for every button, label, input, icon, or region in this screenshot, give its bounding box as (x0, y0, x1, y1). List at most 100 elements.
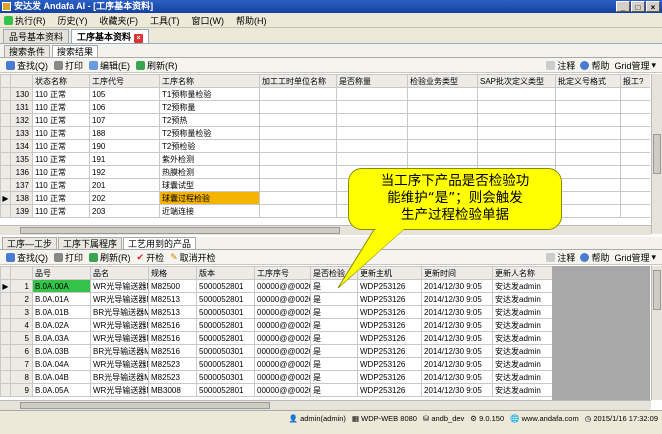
table-cell[interactable] (555, 87, 621, 101)
table-cell[interactable] (336, 113, 408, 127)
table-cell[interactable]: T2预热 (159, 113, 260, 127)
table-cell[interactable]: B.0A.00A (32, 279, 91, 293)
tab-process-steps[interactable]: 工序—工步 (2, 237, 58, 249)
table-cell[interactable]: 球囊过程检验 (159, 191, 260, 205)
table-cell[interactable]: 紫外检测 (159, 152, 260, 166)
menu-history[interactable]: 历史(Y) (58, 14, 88, 27)
table-cell[interactable]: 2014/12/30 9:05 (421, 305, 493, 319)
row-indicator[interactable] (0, 305, 11, 319)
row-indicator[interactable] (0, 178, 11, 192)
row-indicator[interactable]: ▶ (0, 191, 11, 205)
table-cell[interactable]: WDP253126 (357, 383, 422, 397)
row-indicator[interactable] (0, 113, 11, 127)
table-cell[interactable]: 是 (310, 344, 358, 358)
menu-help[interactable]: 帮助(H) (236, 14, 267, 27)
help-button[interactable]: 帮助 (580, 59, 609, 72)
table-cell[interactable]: 球囊试型 (159, 178, 260, 192)
table-cell[interactable]: 110 正常 (32, 126, 90, 140)
row-number[interactable]: 2 (10, 292, 33, 306)
table-cell[interactable]: 2014/12/30 9:05 (421, 357, 493, 371)
table-cell[interactable]: 106 (89, 100, 160, 114)
table-row[interactable]: 7B.0A.04AWR光导输送器M82523M82523500005280100… (0, 357, 552, 371)
table-cell[interactable]: 5000052801 (196, 357, 255, 371)
table-cell[interactable]: WR光导输送器M82516 (90, 318, 149, 332)
table-row[interactable]: 134 110 正常 190 T2预检验 (0, 139, 650, 153)
table-cell[interactable] (407, 126, 478, 140)
row-indicator[interactable] (0, 344, 11, 358)
top-vertical-scrollbar[interactable] (651, 74, 662, 234)
col-header[interactable]: 状态名称 (32, 74, 90, 88)
table-cell[interactable] (407, 113, 478, 127)
table-cell[interactable]: B.0A.03B (32, 344, 91, 358)
table-cell[interactable]: 192 (89, 165, 160, 179)
table-cell[interactable]: 137 (10, 178, 33, 192)
col-header[interactable]: 品名 (90, 266, 149, 280)
table-cell[interactable] (620, 178, 650, 192)
bottom-vertical-scrollbar[interactable] (651, 266, 662, 400)
table-cell[interactable]: 110 正常 (32, 178, 90, 192)
table-cell[interactable]: M82523 (148, 357, 197, 371)
table-cell[interactable]: WDP253126 (357, 318, 422, 332)
table-cell[interactable]: 2014/12/30 9:05 (421, 331, 493, 345)
col-header[interactable]: 检验业务类型 (407, 74, 478, 88)
table-cell[interactable]: 是 (310, 370, 358, 384)
table-row[interactable]: 130 110 正常 105 T1预称量检验 (0, 87, 650, 101)
table-cell[interactable]: WDP253126 (357, 305, 422, 319)
table-cell[interactable]: WR光导输送器MB3008 (90, 383, 149, 397)
table-cell[interactable]: M82516 (148, 331, 197, 345)
table-cell[interactable] (555, 113, 621, 127)
table-cell[interactable]: 是 (310, 318, 358, 332)
table-cell[interactable]: 110 正常 (32, 113, 90, 127)
table-cell[interactable]: 安达发admin (492, 344, 552, 358)
refresh-button[interactable]: 刷新(R) (136, 59, 178, 72)
table-cell[interactable]: T1预称量检验 (159, 87, 260, 101)
table-cell[interactable]: 00000@@0020 (254, 370, 311, 384)
edit-button[interactable]: 编辑(E) (89, 59, 130, 72)
table-cell[interactable] (555, 126, 621, 140)
table-cell[interactable] (259, 113, 337, 127)
tab-used-products[interactable]: 工艺用到的产品 (123, 237, 197, 249)
table-cell[interactable] (555, 100, 621, 114)
table-cell[interactable] (477, 113, 556, 127)
table-row[interactable]: 133 110 正常 188 T2预称量检验 (0, 126, 650, 140)
table-cell[interactable]: 132 (10, 113, 33, 127)
row-indicator[interactable] (0, 126, 11, 140)
table-row[interactable]: 131 110 正常 106 T2预称量 (0, 100, 650, 114)
row-indicator[interactable] (0, 357, 11, 371)
col-header[interactable]: 加工工时单位名称 (259, 74, 337, 88)
table-cell[interactable]: 安达发admin (492, 305, 552, 319)
table-cell[interactable] (620, 152, 650, 166)
table-cell[interactable]: B.0A.01A (32, 292, 91, 306)
table-cell[interactable] (336, 100, 408, 114)
close-tab-icon[interactable]: × (134, 34, 144, 43)
col-header[interactable]: 工序代号 (89, 74, 160, 88)
annotate-button[interactable]: 注释 (546, 59, 575, 72)
table-cell[interactable]: 是 (310, 357, 358, 371)
table-cell[interactable]: 202 (89, 191, 160, 205)
table-cell[interactable]: 安达发admin (492, 318, 552, 332)
query-button[interactable]: 查找(Q) (6, 59, 48, 72)
row-indicator[interactable] (0, 139, 11, 153)
table-cell[interactable]: 203 (89, 204, 160, 218)
bottom-help-button[interactable]: 帮助 (580, 251, 609, 264)
table-cell[interactable] (620, 191, 650, 205)
menu-favorites[interactable]: 收藏夹(F) (100, 14, 139, 27)
table-cell[interactable] (620, 126, 650, 140)
table-cell[interactable] (620, 87, 650, 101)
tab-search-results[interactable]: 搜索结果 (52, 45, 99, 57)
table-cell[interactable] (407, 87, 478, 101)
row-indicator[interactable] (0, 87, 11, 101)
row-number[interactable]: 7 (10, 357, 33, 371)
col-header[interactable]: 工序名称 (159, 74, 260, 88)
col-header[interactable]: 规格 (148, 266, 197, 280)
table-cell[interactable]: 105 (89, 87, 160, 101)
table-cell[interactable]: 5000050301 (196, 344, 255, 358)
table-cell[interactable]: 2014/12/30 9:05 (421, 318, 493, 332)
bottom-grid-manage-button[interactable]: Grid管理 ▾ (614, 251, 656, 264)
doc-tab-process-master[interactable]: 工序基本资料 × (71, 29, 150, 43)
tab-search-criteria[interactable]: 搜索条件 (4, 45, 51, 57)
table-cell[interactable]: 00000@@0020 (254, 357, 311, 371)
table-cell[interactable] (477, 87, 556, 101)
table-cell[interactable]: 安达发admin (492, 331, 552, 345)
table-cell[interactable]: 110 正常 (32, 152, 90, 166)
